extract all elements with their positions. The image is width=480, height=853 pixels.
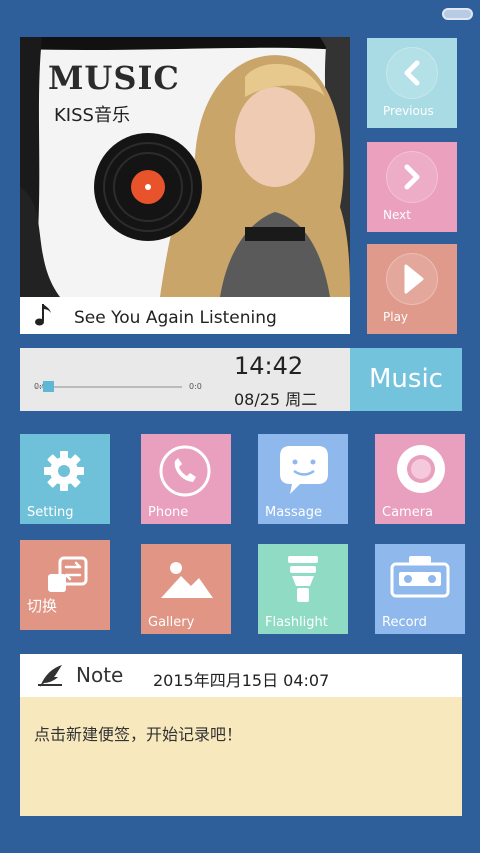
gallery-icon	[161, 562, 213, 598]
album-card[interactable]: MUSIC KISS音乐 See You Again Listening	[20, 37, 350, 334]
camera-lens-icon	[397, 445, 445, 493]
record-tile[interactable]: Record	[375, 544, 465, 634]
gallery-tile[interactable]: Gallery	[141, 544, 231, 634]
chat-bubble-icon	[280, 446, 328, 494]
camera-label: Camera	[382, 505, 434, 520]
total-time: 0:0	[189, 382, 202, 391]
flashlight-icon	[288, 556, 318, 602]
clock-time: 14:42	[234, 352, 304, 380]
progress-knob[interactable]	[43, 381, 55, 392]
now-playing-text: See You Again Listening	[74, 308, 277, 328]
gallery-label: Gallery	[148, 615, 195, 630]
music-note-icon	[35, 304, 51, 326]
battery-indicator	[442, 8, 473, 20]
message-label: Massage	[265, 505, 322, 520]
flashlight-tile[interactable]: Flashlight	[258, 544, 348, 634]
note-body[interactable]	[20, 697, 462, 816]
switch-tile[interactable]: 切换	[20, 540, 110, 630]
record-label: Record	[382, 615, 427, 630]
play-button[interactable]: Play	[367, 244, 457, 334]
note-title: Note	[76, 663, 124, 687]
note-placeholder[interactable]: 点击新建便签，开始记录吧！	[34, 721, 242, 745]
switch-label: 切换	[27, 597, 58, 615]
chevron-left-icon	[404, 60, 420, 86]
cassette-icon	[390, 556, 450, 598]
play-icon	[404, 264, 424, 294]
progress-track[interactable]	[36, 386, 182, 388]
camera-tile[interactable]: Camera	[375, 434, 465, 524]
phone-icon	[159, 445, 211, 497]
previous-button[interactable]: Previous	[367, 38, 457, 128]
music-button[interactable]: Music	[350, 348, 462, 411]
setting-tile[interactable]: Setting	[20, 434, 110, 524]
clock-date: 08/25 周二	[234, 390, 318, 409]
quill-pen-icon	[38, 665, 62, 687]
gear-icon	[44, 451, 84, 491]
chevron-right-icon	[404, 164, 420, 190]
flashlight-label: Flashlight	[265, 615, 328, 630]
phone-tile[interactable]: Phone	[141, 434, 231, 524]
note-datetime: 2015年四月15日 04:07	[153, 671, 330, 690]
next-label: Next	[383, 208, 411, 222]
album-subtitle: KISS音乐	[54, 105, 130, 126]
play-label: Play	[383, 310, 409, 324]
phone-label: Phone	[148, 505, 189, 520]
message-tile[interactable]: Massage	[258, 434, 348, 524]
album-logo: MUSIC	[48, 59, 180, 97]
previous-label: Previous	[383, 104, 434, 118]
setting-label: Setting	[27, 505, 74, 520]
next-button[interactable]: Next	[367, 142, 457, 232]
